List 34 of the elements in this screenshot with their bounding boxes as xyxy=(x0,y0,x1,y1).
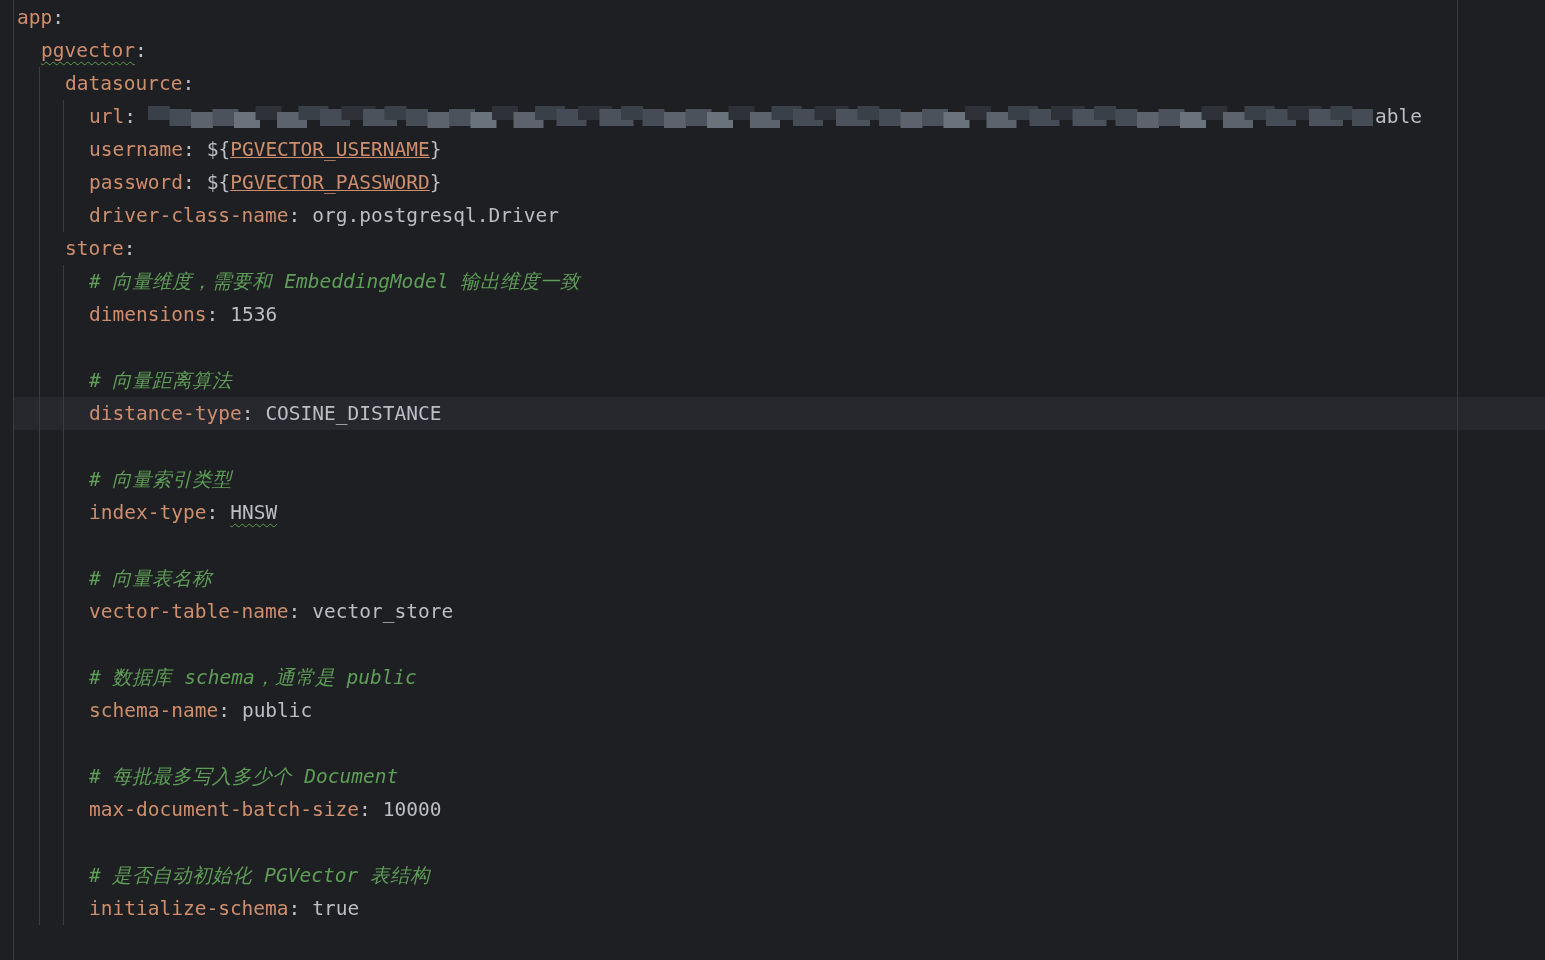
yaml-key: pgvector: xyxy=(41,39,147,62)
yaml-key: distance-type: xyxy=(89,402,254,425)
yaml-key: initialize-schema: xyxy=(89,897,301,920)
yaml-value: COSINE_DISTANCE xyxy=(265,402,442,425)
code-comment: # 每批最多写入多少个 Document xyxy=(89,764,399,790)
yaml-value: public xyxy=(241,699,313,722)
yaml-key: dimensions: xyxy=(89,303,219,326)
code-comment: # 向量距离算法 xyxy=(89,368,233,394)
yaml-key: max-document-batch-size: xyxy=(89,798,371,821)
yaml-key: driver-class-name: xyxy=(89,204,301,227)
yaml-value: true xyxy=(312,897,360,920)
yaml-key: datasource: xyxy=(65,72,195,95)
yaml-key: url: xyxy=(89,105,136,128)
yaml-value: able xyxy=(1375,105,1422,128)
yaml-key: vector-table-name: xyxy=(89,600,301,623)
code-comment: # 向量表名称 xyxy=(89,566,213,592)
code-comment: # 数据库 schema，通常是 public xyxy=(89,665,417,691)
yaml-key: username: xyxy=(89,138,195,161)
yaml-value: org.postgresql.Driver xyxy=(312,204,559,227)
yaml-value: vector_store xyxy=(312,600,454,623)
code-comment: # 是否自动初始化 PGVector 表结构 xyxy=(89,863,430,889)
yaml-value: 1536 xyxy=(230,303,278,326)
yaml-key: store: xyxy=(65,237,136,260)
yaml-value: ${PGVECTOR_PASSWORD} xyxy=(206,171,442,194)
yaml-key: password: xyxy=(89,171,195,194)
yaml-key: schema-name: xyxy=(89,699,230,722)
code-editor[interactable] xyxy=(13,0,1545,960)
code-comment: # 向量索引类型 xyxy=(89,467,233,493)
yaml-key: index-type: xyxy=(89,501,219,524)
yaml-key: app: xyxy=(17,6,64,29)
yaml-value: ${PGVECTOR_USERNAME} xyxy=(206,138,442,161)
code-comment: # 向量维度，需要和 EmbeddingModel 输出维度一致 xyxy=(89,269,581,295)
yaml-value: 10000 xyxy=(382,798,442,821)
yaml-value: HNSW xyxy=(230,501,278,524)
